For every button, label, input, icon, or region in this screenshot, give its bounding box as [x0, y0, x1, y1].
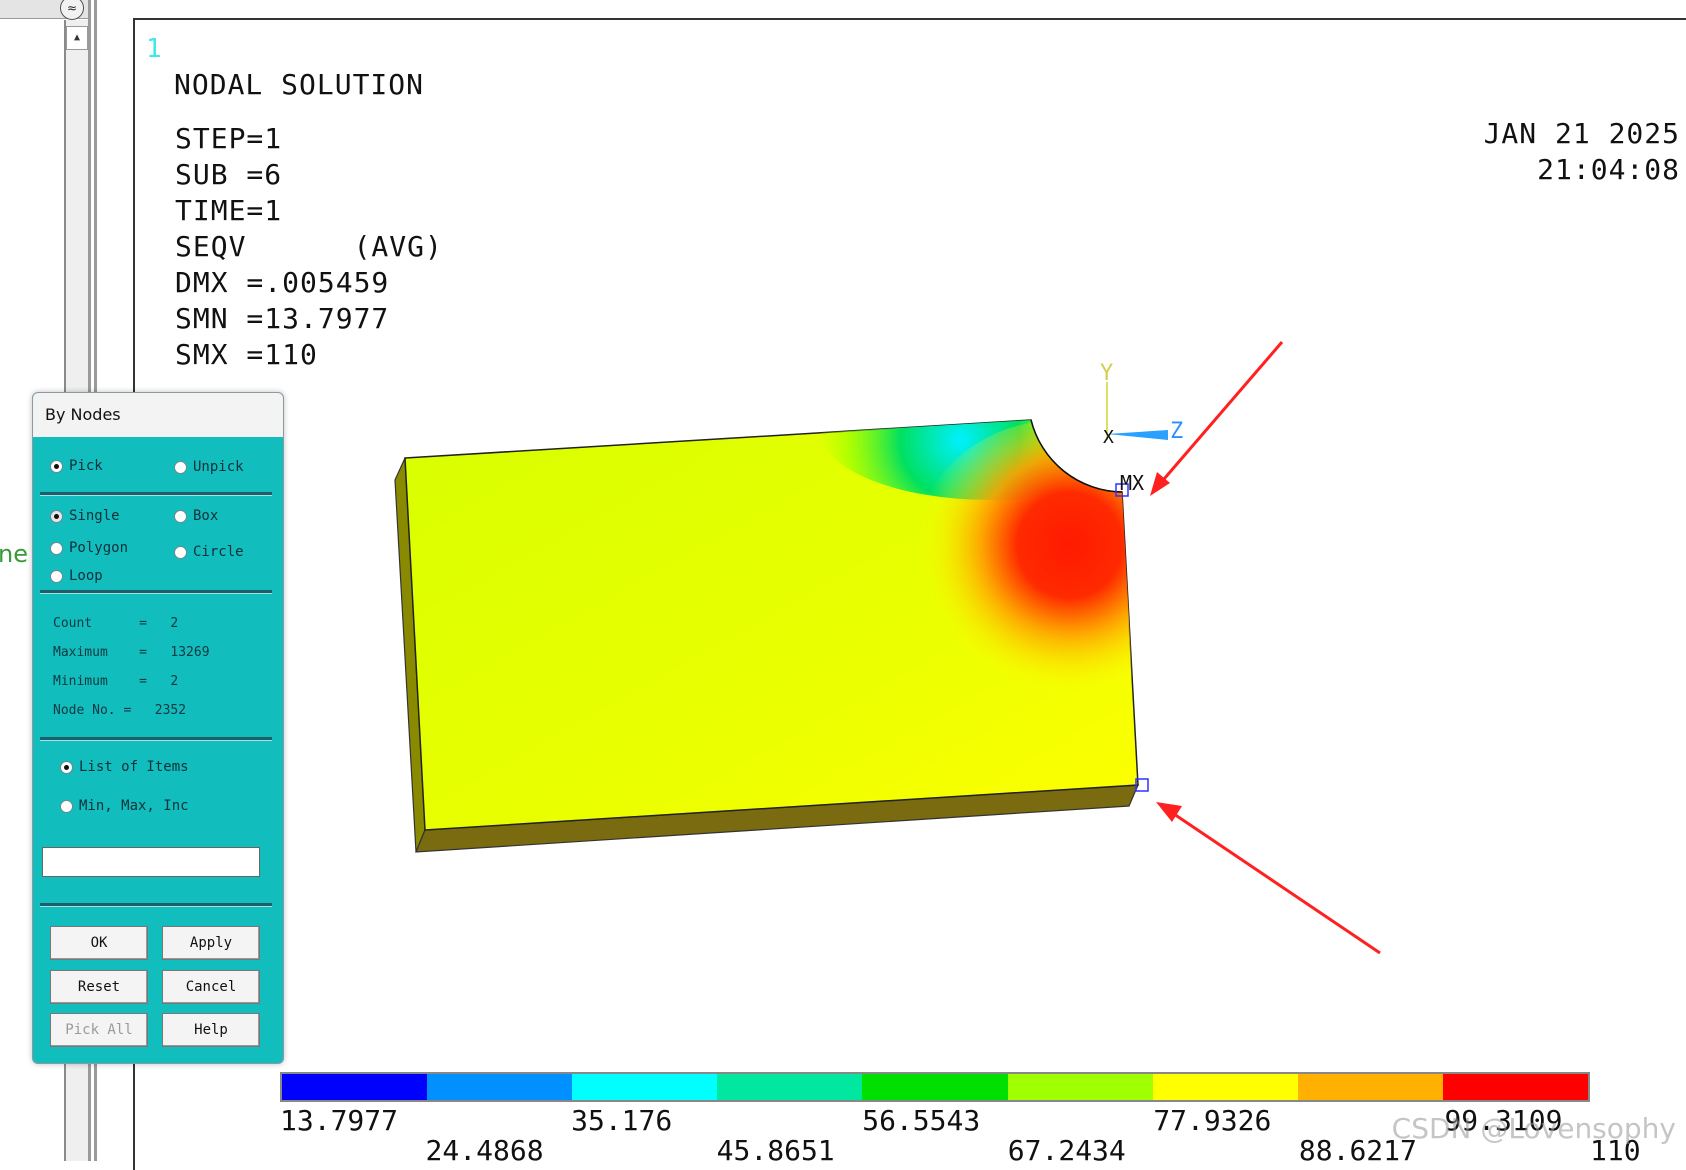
radio-on-icon[interactable]: [50, 509, 63, 523]
radio-off-icon[interactable]: [174, 460, 187, 474]
maximum-readout: Maximum = 13269: [53, 645, 210, 660]
count-readout: Count = 2: [53, 616, 179, 631]
apply-button[interactable]: Apply: [162, 926, 260, 960]
dialog-title: By Nodes: [33, 393, 283, 437]
color-bar-segment: [282, 1074, 428, 1100]
color-bar-segment: [1442, 1074, 1588, 1100]
legend-level-label: 35.176: [571, 1104, 673, 1137]
list-of-items-radio[interactable]: List of Items: [60, 759, 189, 775]
watermark: CSDN @Lovensophy: [1391, 1112, 1676, 1145]
dialog-separator: [40, 737, 272, 741]
dialog-separator: [40, 590, 272, 594]
circle-radio[interactable]: Circle: [174, 544, 244, 560]
radio-off-icon[interactable]: [60, 799, 73, 813]
legend-level-label: 56.5543: [862, 1104, 981, 1137]
cancel-button[interactable]: Cancel: [162, 970, 260, 1004]
color-bar-segment: [1297, 1074, 1443, 1100]
min-max-inc-radio[interactable]: Min, Max, Inc: [60, 798, 189, 814]
box-radio[interactable]: Box: [174, 508, 218, 524]
color-bar-segment: [1007, 1074, 1153, 1100]
help-button[interactable]: Help: [162, 1013, 260, 1047]
color-bar-segment: [572, 1074, 718, 1100]
unpick-radio[interactable]: Unpick: [174, 459, 244, 475]
reset-button[interactable]: Reset: [50, 970, 148, 1004]
legend-level-label: 45.8651: [716, 1134, 835, 1167]
minimum-readout: Minimum = 2: [53, 674, 179, 689]
color-bar-segment: [1152, 1074, 1298, 1100]
radio-off-icon[interactable]: [174, 509, 187, 523]
triad-z-label: Z: [1170, 419, 1183, 444]
radio-off-icon[interactable]: [50, 569, 63, 583]
legend-level-label: 24.4868: [425, 1134, 544, 1167]
triad-y-label: Y: [1100, 361, 1113, 386]
pick-radio[interactable]: Pick: [50, 458, 103, 474]
dialog-separator: [40, 492, 272, 496]
radio-off-icon[interactable]: [174, 545, 187, 559]
radio-on-icon[interactable]: [60, 760, 73, 774]
legend-level-label: 67.2434: [1007, 1134, 1126, 1167]
node-number-readout: Node No. = 2352: [53, 703, 187, 718]
triad-x-label: X: [1103, 427, 1114, 448]
annotation-arrows: [1150, 341, 1381, 955]
color-bar-segment: [862, 1074, 1008, 1100]
pick-all-button[interactable]: Pick All: [50, 1013, 148, 1047]
radio-off-icon[interactable]: [50, 541, 63, 555]
node-entry-input[interactable]: [42, 847, 260, 877]
ok-button[interactable]: OK: [50, 926, 148, 960]
legend-level-label: 77.9326: [1153, 1104, 1272, 1137]
single-radio[interactable]: Single: [50, 508, 120, 524]
mx-label: MX: [1120, 471, 1144, 495]
axis-triad: Y Z X: [1100, 361, 1183, 448]
legend-level-label: 13.7977: [280, 1104, 399, 1137]
radio-on-icon[interactable]: [50, 459, 63, 473]
contour-color-bar: [280, 1072, 1590, 1102]
color-bar-segment: [717, 1074, 863, 1100]
dialog-separator: [40, 903, 272, 907]
color-bar-segment: [427, 1074, 573, 1100]
plate-model: [394, 419, 1139, 853]
polygon-radio[interactable]: Polygon: [50, 540, 128, 556]
loop-radio[interactable]: Loop: [50, 568, 103, 584]
